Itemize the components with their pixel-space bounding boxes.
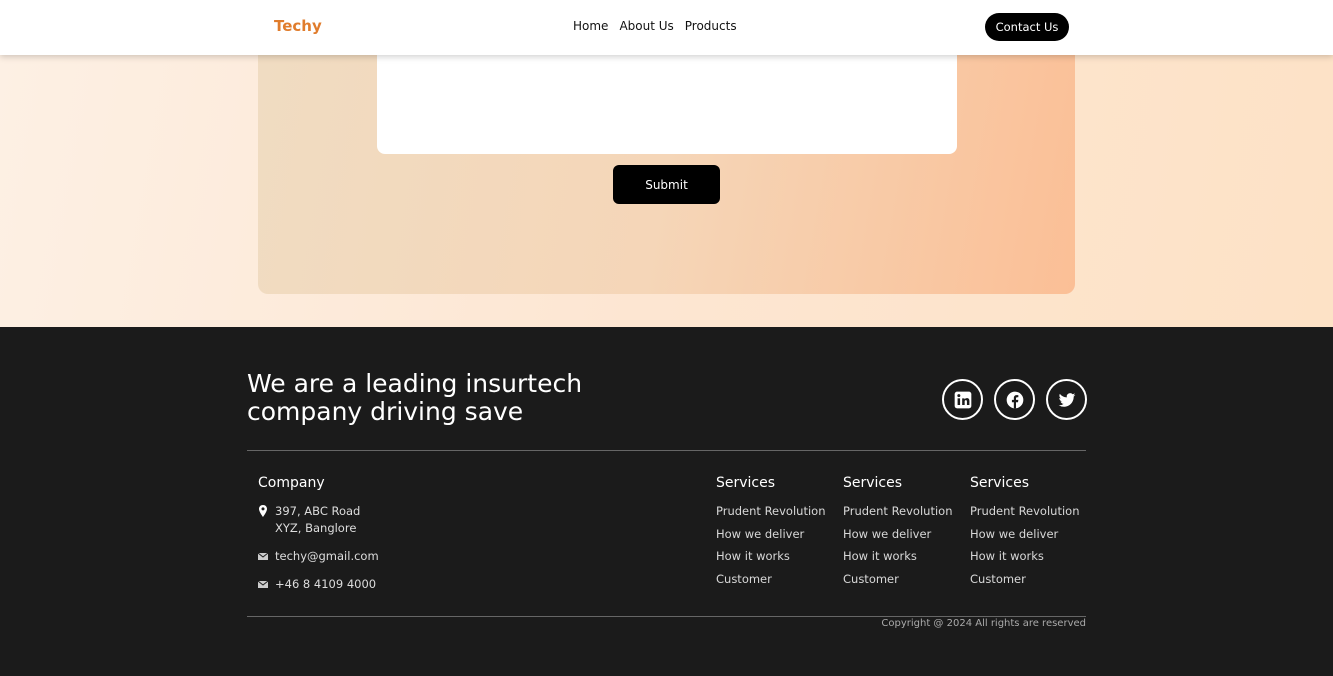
link-customer[interactable]: Customer	[716, 572, 825, 586]
link-prudent-revolution[interactable]: Prudent Revolution	[970, 504, 1079, 518]
link-how-we-deliver[interactable]: How we deliver	[716, 527, 825, 541]
mail-icon	[258, 552, 268, 560]
link-how-it-works[interactable]: How it works	[716, 549, 825, 563]
phone-row: +46 8 4109 4000	[258, 576, 379, 593]
link-customer[interactable]: Customer	[843, 572, 952, 586]
address-row: 397, ABC Road XYZ, Banglore	[258, 503, 379, 537]
navbar: Techy Home About Us Products Contact Us	[0, 0, 1333, 55]
mail-icon	[258, 580, 268, 588]
link-prudent-revolution[interactable]: Prudent Revolution	[843, 504, 952, 518]
facebook-icon[interactable]	[994, 379, 1035, 420]
link-how-it-works[interactable]: How it works	[970, 549, 1079, 563]
location-pin-icon	[259, 505, 267, 517]
company-title: Company	[258, 475, 325, 491]
email-row: techy@gmail.com	[258, 548, 379, 565]
footer: We are a leading insurtech company drivi…	[0, 327, 1333, 676]
link-how-we-deliver[interactable]: How we deliver	[970, 527, 1079, 541]
address-line2: XYZ, Banglore	[275, 521, 357, 535]
link-prudent-revolution[interactable]: Prudent Revolution	[716, 504, 825, 518]
email-text[interactable]: techy@gmail.com	[275, 548, 379, 565]
logo[interactable]: Techy	[274, 17, 322, 35]
company-info: Company 397, ABC Road XYZ, Banglore tech…	[258, 475, 379, 604]
footer-bottom-divider	[247, 616, 1086, 617]
nav-products[interactable]: Products	[685, 19, 737, 33]
submit-button[interactable]: Submit	[613, 165, 720, 204]
services-column-2: Services Prudent Revolution How we deliv…	[843, 475, 952, 594]
copyright-text: Copyright @ 2024 All rights are reserved	[881, 618, 1086, 629]
phone-text[interactable]: +46 8 4109 4000	[275, 576, 376, 593]
services-column-1: Services Prudent Revolution How we deliv…	[716, 475, 825, 594]
contact-us-button[interactable]: Contact Us	[985, 13, 1069, 41]
footer-divider	[247, 450, 1086, 451]
footer-tagline: We are a leading insurtech company drivi…	[247, 369, 583, 426]
link-how-it-works[interactable]: How it works	[843, 549, 952, 563]
services-title: Services	[843, 475, 903, 491]
linkedin-icon[interactable]	[942, 379, 983, 420]
link-customer[interactable]: Customer	[970, 572, 1079, 586]
link-how-we-deliver[interactable]: How we deliver	[843, 527, 952, 541]
nav-about-us[interactable]: About Us	[619, 19, 673, 33]
social-links	[942, 379, 1087, 420]
nav-links: Home About Us Products	[573, 19, 737, 33]
services-title: Services	[970, 475, 1030, 491]
services-column-3: Services Prudent Revolution How we deliv…	[970, 475, 1079, 594]
services-title: Services	[716, 475, 776, 491]
nav-home[interactable]: Home	[573, 19, 608, 33]
twitter-icon[interactable]	[1046, 379, 1087, 420]
address-line1: 397, ABC Road	[275, 504, 361, 518]
